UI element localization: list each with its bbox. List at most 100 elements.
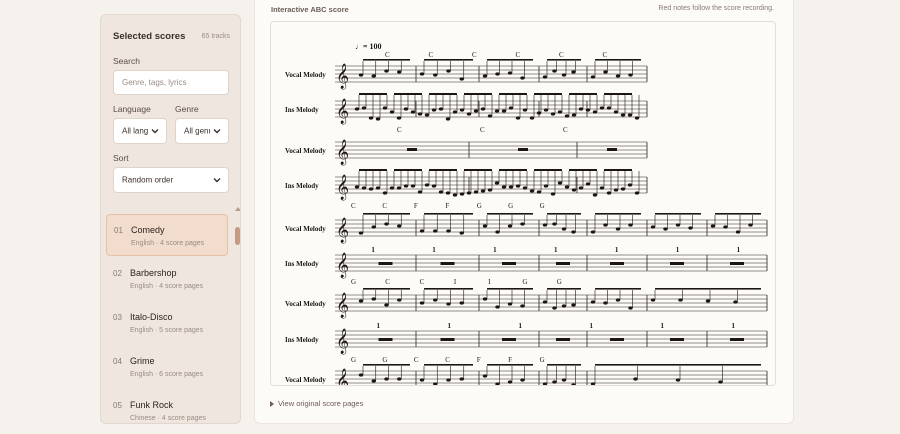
note-head [396,116,402,120]
note-head [543,108,549,112]
beam [569,169,597,171]
beam [499,93,527,95]
track-item-funk-rock[interactable]: 05 Funk Rock Chinese · 4 score pages [106,390,228,423]
note-head [382,106,388,110]
multi-rest [556,338,570,341]
multi-rest [378,262,393,265]
note-head [542,75,548,79]
note-head [571,383,576,385]
sort-label: Sort [113,153,129,163]
multi-rest [730,262,744,265]
note-head [459,77,464,81]
note-head [710,224,716,228]
note-head [578,107,584,111]
note-head [466,191,472,195]
scrollbar-thumb[interactable] [235,227,240,245]
track-item-grime[interactable]: 04 Grime English · 6 score pages [106,346,228,388]
rest-count: 1 [448,322,452,330]
track-number: 05 [113,401,122,410]
note-head [397,377,402,381]
treble-clef-icon: 𝄞 [336,98,349,124]
note-head [358,231,364,235]
note-head [371,74,376,78]
view-original-label: View original score pages [278,399,364,408]
note-head [495,230,500,234]
chord-symbol: C [420,278,425,286]
multi-rest [556,262,570,265]
track-name: Funk Rock [130,400,174,410]
note-head [438,107,444,111]
note-head [552,222,557,226]
panel-note: Red notes follow the score recording. [658,5,774,12]
multi-rest [610,262,624,265]
beam [534,169,562,171]
note-head [487,188,493,192]
chevron-down-icon [213,178,221,183]
beam [464,93,492,95]
note-head [615,227,621,231]
voice-label: Vocal Melody [285,225,326,233]
beam [363,213,410,215]
note-head [590,230,596,234]
note-head [480,189,486,193]
chord-symbol: C [480,126,485,134]
beam [547,59,581,61]
chord-symbol: C [385,51,390,59]
note-head [529,116,535,120]
view-original-toggle[interactable]: View original score pages [270,399,363,408]
note-head [446,69,451,73]
note-head [389,186,395,190]
beam [394,93,422,95]
track-item-barbershop[interactable]: 02 Barbershop English · 4 score pages [106,258,228,300]
note-head [592,110,598,114]
treble-clef-icon: 𝄞 [336,368,349,386]
note-head [495,382,500,385]
voice-label: Ins Melody [285,336,319,344]
note-head [723,225,728,229]
scroll-up-arrow-icon[interactable] [235,207,240,211]
multi-rest [610,338,624,341]
note-head [561,73,567,77]
note-head [536,190,542,194]
score-panel: Interactive ABC score Red notes follow t… [254,0,794,424]
note-head [354,107,360,111]
rest-count: 1 [737,246,741,254]
note-head [494,181,500,185]
chord-symbol: F [414,202,418,210]
note-head [368,187,374,191]
note-head [522,108,528,112]
treble-clef-icon: 𝄞 [336,174,349,200]
score-viewer[interactable]: ♩= 100 C C C C C C Vocal Melody 𝄞 Ins Melody 𝄞 C C C V… [270,21,776,386]
note-head [733,300,738,304]
note-head [459,108,465,112]
note-head [389,110,395,114]
voice-label: Ins Melody [285,106,319,114]
note-head [459,192,465,196]
note-head [536,111,542,115]
note-head [375,117,381,121]
treble-clef-icon: 𝄞 [336,217,349,243]
chord-symbol: C [472,51,477,59]
note-head [628,306,633,310]
note-head [550,112,556,116]
track-item-italo-disco[interactable]: 03 Italo-Disco English · 5 score pages [106,302,228,344]
multi-rest [502,338,516,341]
track-number: 01 [114,226,123,235]
note-head [397,298,402,302]
sort-select[interactable]: Random order [113,167,229,193]
multi-rest [502,262,516,265]
treble-clef-icon: 𝄞 [336,63,349,89]
language-select-value: All languages [122,126,148,136]
beam [464,169,492,171]
track-item-comedy[interactable]: 01 Comedy English · 4 score pages [106,214,228,256]
note-head [384,303,389,307]
genre-select[interactable]: All genres [175,118,229,144]
note-head [446,302,451,306]
language-select[interactable]: All languages [113,118,167,144]
note-head [520,304,525,308]
note-head [371,379,376,383]
chord-symbol: I [454,278,457,286]
note-head [627,113,633,117]
search-input[interactable] [113,70,229,95]
beam [715,213,761,215]
